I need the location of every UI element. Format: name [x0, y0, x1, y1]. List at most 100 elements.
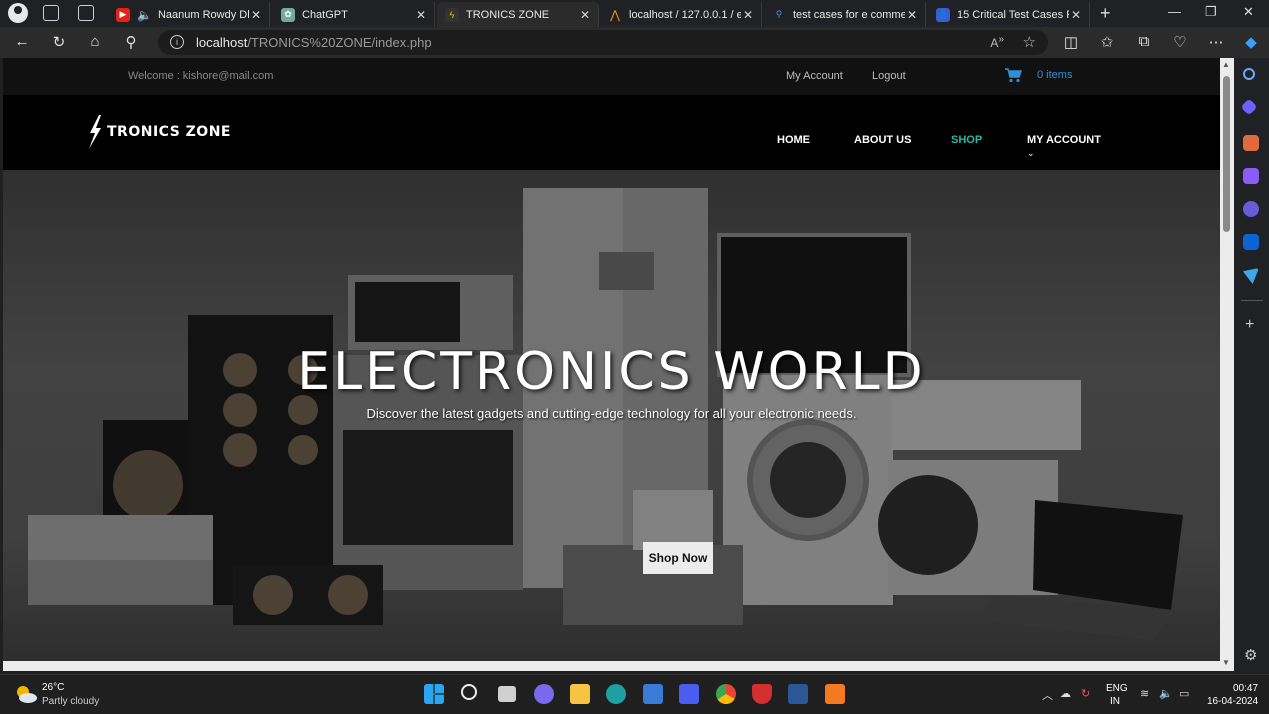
logo-text: TRONICS ZONE: [107, 124, 231, 140]
close-window-icon[interactable]: ✕: [1243, 4, 1254, 20]
vertical-scrollbar[interactable]: ▲ ▼: [1220, 58, 1234, 671]
tab-title: localhost / 127.0.0.1 / ecc: [629, 8, 741, 21]
chevron-up-icon[interactable]: ︿: [1042, 687, 1053, 703]
nav-my-account[interactable]: MY ACCOUNT: [1027, 134, 1101, 146]
info-icon[interactable]: i: [170, 35, 184, 49]
tab-youtube[interactable]: ▶ 🔈 Naanum Rowdy Dha ✕: [108, 2, 270, 27]
close-tab-icon[interactable]: ✕: [414, 8, 428, 22]
page-viewport: Welcome : kishore@mail.com My Account Lo…: [3, 58, 1220, 661]
my-account-link[interactable]: My Account: [786, 70, 843, 82]
shop-now-button[interactable]: Shop Now: [643, 542, 713, 574]
store-icon[interactable]: [643, 684, 663, 704]
edge-icon[interactable]: [606, 684, 626, 704]
word-icon[interactable]: [788, 684, 808, 704]
tools-icon[interactable]: [1243, 135, 1259, 151]
hero-title: ELECTRONICS WORLD: [297, 342, 926, 402]
close-tab-icon[interactable]: ✕: [578, 8, 592, 22]
temperature[interactable]: 26°C: [42, 682, 64, 693]
chrome-icon[interactable]: [716, 684, 736, 704]
favorite-star-icon[interactable]: ☆: [1023, 33, 1036, 51]
gear-icon[interactable]: ⚙: [1244, 646, 1257, 664]
search-icon[interactable]: [461, 684, 477, 700]
close-tab-icon[interactable]: ✕: [249, 8, 263, 22]
tab-actions-icon[interactable]: [78, 5, 94, 21]
microsoft-365-icon[interactable]: [1243, 201, 1259, 217]
cart-icon[interactable]: [1004, 67, 1022, 83]
file-explorer-icon[interactable]: [570, 684, 590, 704]
task-view-icon[interactable]: [498, 686, 516, 702]
refresh-icon[interactable]: ↻: [50, 33, 68, 51]
logout-link[interactable]: Logout: [872, 70, 906, 82]
shopping-tag-icon[interactable]: [1240, 98, 1258, 116]
vs-code-icon[interactable]: [679, 684, 699, 704]
tab-chatgpt[interactable]: ✿ ChatGPT ✕: [273, 2, 435, 27]
site-logo[interactable]: TRONICS ZONE: [87, 115, 231, 149]
horizontal-scrollbar[interactable]: [3, 661, 1220, 671]
nav-home[interactable]: HOME: [777, 134, 810, 146]
send-icon[interactable]: [1243, 268, 1259, 284]
tab-title: ChatGPT: [302, 8, 348, 21]
close-tab-icon[interactable]: ✕: [905, 8, 919, 22]
search-icon[interactable]: ⚲: [122, 33, 140, 51]
minimize-icon[interactable]: —: [1168, 4, 1181, 19]
start-icon[interactable]: [424, 684, 444, 704]
address-bar[interactable]: i localhost/TRONICS%20ZONE/index.php A» …: [158, 30, 1048, 55]
outlook-icon[interactable]: [1243, 234, 1259, 250]
performance-icon[interactable]: ♡: [1171, 33, 1189, 51]
doc-icon: 👤: [936, 7, 950, 22]
tab-phpmyadmin[interactable]: ⋀ localhost / 127.0.0.1 / ecc ✕: [600, 2, 762, 27]
chatgpt-icon: ✿: [281, 7, 295, 22]
lightning-bolt-icon: [89, 115, 101, 149]
chevron-down-icon[interactable]: ⌄: [1027, 148, 1035, 159]
teams-chat-icon[interactable]: [534, 684, 554, 704]
workspaces-icon[interactable]: [43, 5, 59, 21]
profile-icon[interactable]: [8, 3, 28, 23]
phpmyadmin-icon: ⋀: [610, 7, 620, 22]
tab-search[interactable]: ⚲ test cases for e commerc ✕: [764, 2, 926, 27]
clock-date[interactable]: 16-04-2024: [1207, 696, 1258, 707]
volume-icon[interactable]: 🔈: [1159, 687, 1173, 700]
collections-icon[interactable]: ⧉: [1135, 33, 1153, 50]
close-tab-icon[interactable]: ✕: [741, 8, 755, 22]
mcafee-icon[interactable]: [752, 684, 772, 704]
home-icon[interactable]: ⌂: [86, 33, 104, 50]
back-icon[interactable]: ←: [13, 33, 31, 50]
read-aloud-icon[interactable]: A»: [990, 34, 1004, 50]
weather-condition[interactable]: Partly cloudy: [42, 696, 99, 707]
speaker-icon[interactable]: 🔈: [137, 8, 152, 22]
restore-icon[interactable]: ❐: [1205, 4, 1217, 20]
tab-title: 15 Critical Test Cases For: [957, 8, 1069, 21]
edge-sidebar: + ⚙: [1234, 58, 1269, 674]
more-menu-icon[interactable]: ⋯: [1207, 33, 1225, 51]
youtube-icon: ▶: [116, 7, 130, 22]
new-tab-icon[interactable]: +: [1100, 3, 1111, 24]
weather-icon[interactable]: [14, 683, 38, 705]
region-indicator[interactable]: IN: [1110, 696, 1120, 707]
tab-test-cases[interactable]: 👤 15 Critical Test Cases For ✕: [928, 2, 1090, 27]
xampp-icon[interactable]: [825, 684, 845, 704]
add-icon[interactable]: +: [1245, 316, 1254, 334]
language-indicator[interactable]: ENG: [1106, 683, 1128, 694]
tab-tronics-zone[interactable]: ϟ TRONICS ZONE ✕: [437, 2, 599, 27]
search-icon[interactable]: [1243, 68, 1255, 80]
nav-about-us[interactable]: ABOUT US: [854, 134, 911, 146]
onedrive-icon[interactable]: ☁: [1060, 687, 1071, 700]
wifi-icon[interactable]: ≋: [1140, 687, 1149, 700]
main-navigation: TRONICS ZONE HOME ABOUT US SHOP MY ACCOU…: [3, 95, 1220, 170]
split-screen-icon[interactable]: ◫: [1062, 33, 1080, 51]
hero-banner: ELECTRONICS WORLD Discover the latest ga…: [3, 170, 1220, 661]
url-text[interactable]: localhost/TRONICS%20ZONE/index.php: [196, 35, 432, 50]
clock-time[interactable]: 00:47: [1233, 683, 1258, 694]
battery-icon[interactable]: ▭: [1179, 687, 1189, 700]
favorites-icon[interactable]: ✩: [1098, 33, 1116, 51]
cart-count[interactable]: 0 items: [1037, 69, 1072, 81]
games-icon[interactable]: [1243, 168, 1259, 184]
scroll-down-icon[interactable]: ▼: [1222, 658, 1230, 667]
scroll-up-icon[interactable]: ▲: [1222, 60, 1230, 69]
close-tab-icon[interactable]: ✕: [1069, 8, 1083, 22]
scrollbar-thumb[interactable]: [1223, 76, 1230, 232]
site-icon: ϟ: [445, 7, 459, 22]
nav-shop[interactable]: SHOP: [951, 134, 982, 146]
copilot-icon[interactable]: ◆: [1242, 33, 1260, 51]
sync-icon[interactable]: ↻: [1081, 687, 1090, 700]
